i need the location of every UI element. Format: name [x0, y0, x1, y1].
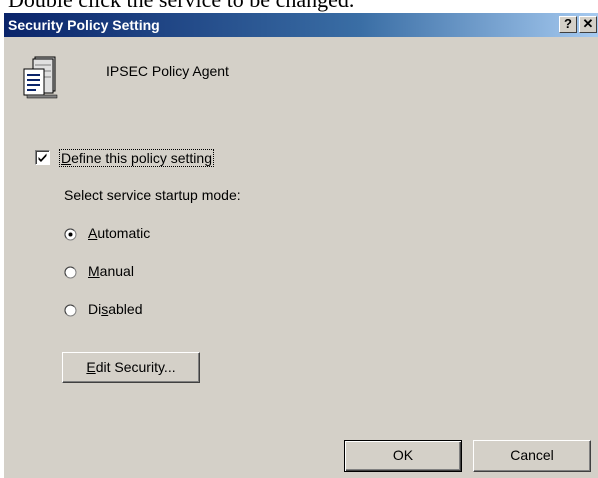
radio-selected-dot — [68, 232, 73, 237]
radio-manual-label[interactable]: Manual — [88, 263, 134, 279]
page-caption-fragment: Double click the service to be changed. — [8, 0, 354, 13]
title-bar[interactable]: Security Policy Setting ? ✕ — [4, 13, 598, 37]
cancel-button[interactable]: Cancel — [473, 440, 591, 472]
ok-button[interactable]: OK — [344, 440, 462, 472]
close-button[interactable]: ✕ — [579, 16, 597, 33]
radio-disabled-label[interactable]: Disabled — [88, 301, 143, 317]
help-button[interactable]: ? — [559, 16, 577, 33]
radio-automatic-label[interactable]: Automatic — [88, 225, 150, 241]
radio-automatic[interactable] — [64, 226, 77, 241]
window-title: Security Policy Setting — [8, 17, 160, 33]
edit-security-button[interactable]: Edit Security... — [62, 352, 200, 383]
radio-disabled[interactable] — [64, 302, 77, 317]
close-icon: ✕ — [582, 16, 594, 31]
service-name: IPSEC Policy Agent — [106, 63, 229, 79]
service-document-icon — [21, 55, 67, 101]
checkmark-icon — [38, 153, 47, 162]
startup-mode-prompt: Select service startup mode: — [64, 187, 241, 203]
define-policy-label[interactable]: Define this policy setting — [59, 149, 214, 167]
define-policy-checkbox[interactable] — [35, 150, 50, 165]
security-policy-dialog: Security Policy Setting ? ✕ IPSEC Policy… — [4, 13, 598, 478]
radio-manual[interactable] — [64, 264, 77, 279]
